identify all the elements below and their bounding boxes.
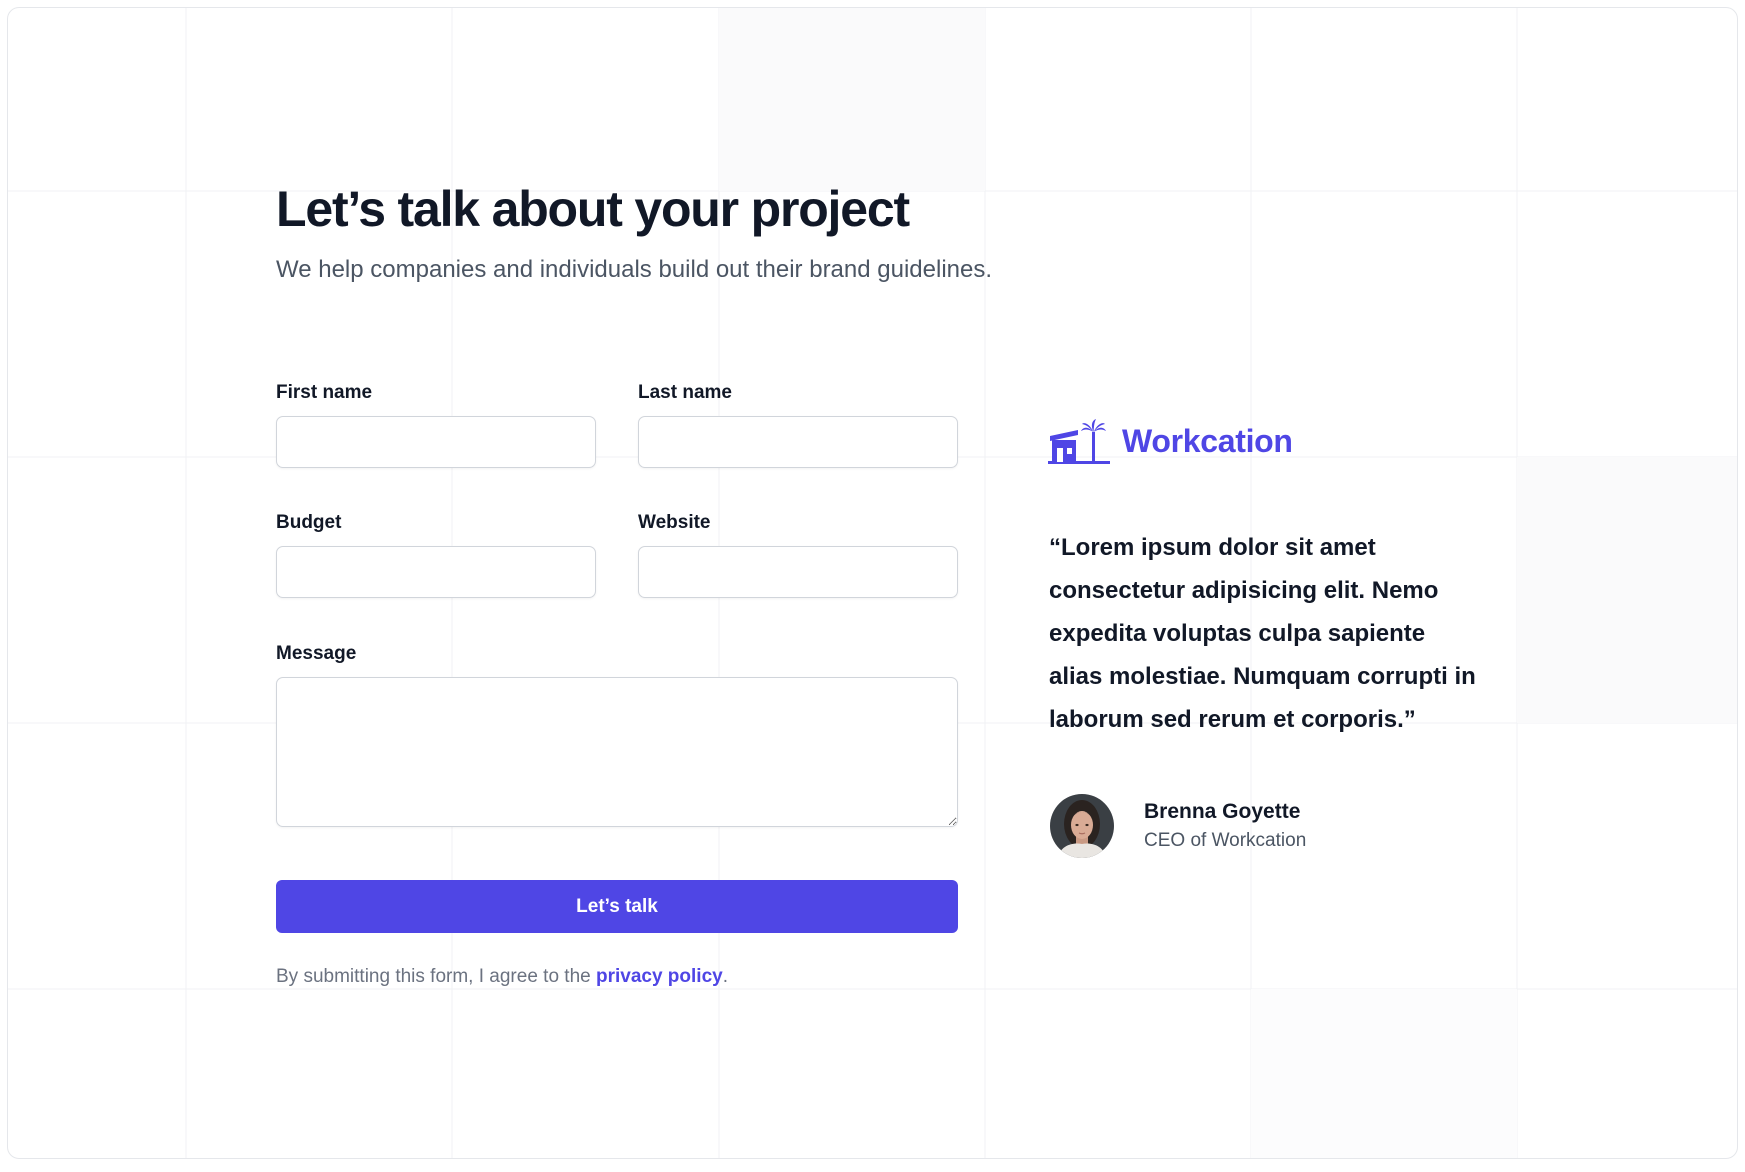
- website-label: Website: [638, 512, 711, 533]
- budget-field[interactable]: [276, 546, 596, 598]
- website-field[interactable]: [638, 546, 958, 598]
- message-label: Message: [276, 643, 357, 664]
- logo-text: Workcation: [1122, 422, 1293, 459]
- author-role: CEO of Workcation: [1144, 830, 1307, 851]
- message-field[interactable]: [276, 677, 958, 827]
- lets-talk-button[interactable]: Let’s talk: [276, 880, 958, 933]
- house-palm-icon: [1048, 419, 1110, 464]
- company-logo: Workcation: [1048, 418, 1293, 464]
- disclaimer-suffix: .: [722, 966, 728, 987]
- testimonial-quote: “Lorem ipsum dolor sit amet consectetur …: [1049, 534, 1476, 733]
- page-frame: Let’s talk about your project We help co…: [7, 7, 1738, 1159]
- first-name-label: First name: [276, 382, 373, 403]
- testimonial-author: Brenna Goyette CEO of Workcation: [1050, 794, 1306, 858]
- budget-label: Budget: [276, 512, 342, 533]
- author-name: Brenna Goyette: [1144, 800, 1301, 823]
- avatar: [1050, 794, 1114, 858]
- page-subtitle: We help companies and individuals build …: [276, 256, 993, 283]
- last-name-label: Last name: [638, 382, 732, 403]
- privacy-policy-link[interactable]: privacy policy: [596, 966, 723, 987]
- first-name-field[interactable]: [276, 416, 596, 468]
- page-title: Let’s talk about your project: [276, 181, 910, 237]
- disclaimer-text: By submitting this form, I agree to the: [276, 966, 591, 987]
- author-details: Brenna Goyette CEO of Workcation: [1144, 800, 1306, 852]
- last-name-field[interactable]: [638, 416, 958, 468]
- privacy-disclaimer: By submitting this form, I agree to the …: [276, 966, 728, 988]
